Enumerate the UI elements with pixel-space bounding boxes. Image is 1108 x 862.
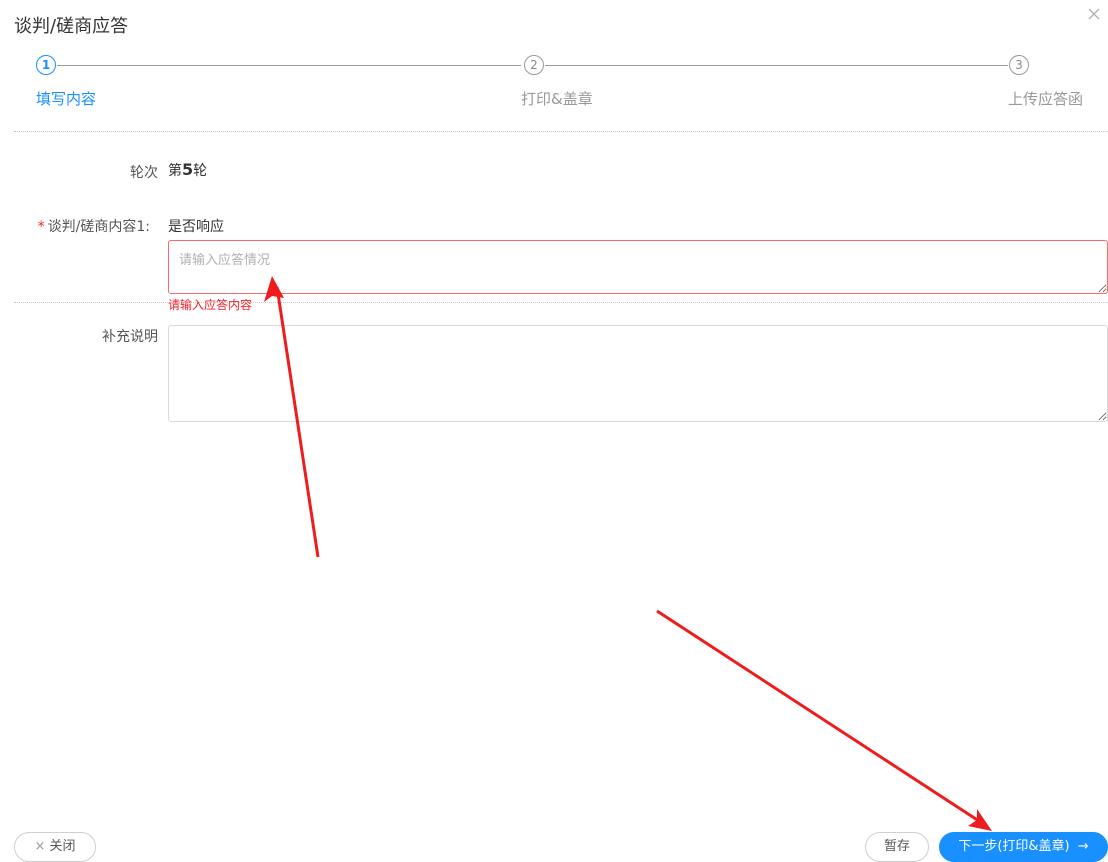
step-2-label: 打印&盖章	[521, 90, 593, 108]
step-indicator: 1 2 3 填写内容 打印&盖章 上传应答函	[0, 52, 1108, 112]
round-number: 5	[182, 160, 194, 179]
next-step-label: 下一步(打印&盖章)	[958, 839, 1070, 854]
header-divider	[14, 131, 1108, 132]
step-2-number: 2	[524, 55, 544, 75]
round-suffix: 轮	[193, 163, 208, 179]
content-question: 是否响应	[168, 219, 224, 235]
round-label: 轮次	[130, 165, 158, 181]
close-button-icon: ×	[34, 839, 46, 854]
arrow-right-icon: →	[1077, 839, 1089, 854]
step-connector	[545, 65, 1008, 66]
response-textarea[interactable]	[168, 240, 1108, 294]
step-1-number: 1	[36, 55, 56, 75]
dialog-title: 谈判/磋商应答	[14, 16, 129, 37]
supplement-textarea[interactable]	[168, 325, 1108, 422]
round-value: 第5轮	[168, 160, 207, 180]
step-3-label: 上传应答函	[1008, 90, 1084, 108]
annotation-arrows	[264, 276, 992, 831]
required-asterisk: *	[37, 219, 45, 235]
close-button-label: 关闭	[49, 839, 76, 854]
supplement-label: 补充说明	[102, 329, 158, 345]
round-prefix: 第	[168, 163, 182, 179]
step-3-number: 3	[1009, 55, 1029, 75]
close-icon[interactable]	[1086, 6, 1102, 22]
save-draft-label: 暂存	[883, 839, 910, 854]
step-connector	[57, 65, 521, 66]
content-label: * 谈判/磋商内容1:	[38, 216, 150, 236]
step-1-label: 填写内容	[36, 90, 97, 108]
annotation-arrow-to-next-button	[656, 609, 992, 831]
content-label-text: 谈判/磋商内容1:	[47, 219, 150, 235]
response-error-message: 请输入应答内容	[168, 298, 253, 312]
